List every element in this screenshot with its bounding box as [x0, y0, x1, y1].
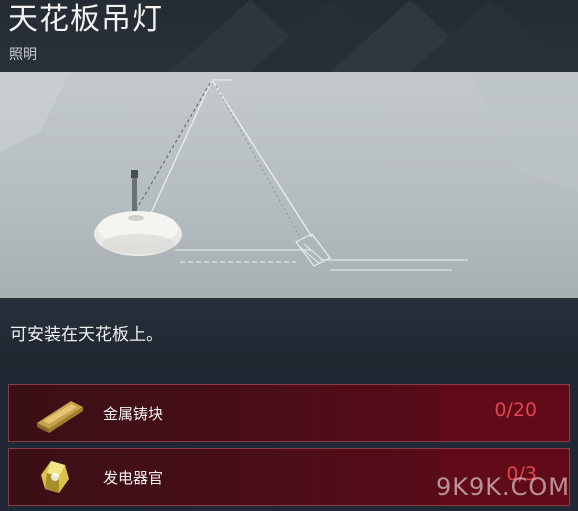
- item-description: 可安装在天花板上。: [10, 325, 163, 345]
- item-preview: [0, 72, 578, 298]
- watermark: 9K9K.COM: [436, 473, 570, 501]
- lamp-preview-icon: [0, 72, 578, 271]
- item-category: 照明: [9, 47, 37, 63]
- requirement-row: 金属铸块 0/20: [8, 384, 570, 442]
- item-title: 天花板吊灯: [8, 2, 163, 37]
- generator-organ-icon: [41, 461, 69, 493]
- requirement-name: 发电器官: [103, 469, 164, 487]
- requirement-name: 金属铸块: [103, 405, 164, 423]
- item-header: 天花板吊灯 照明: [0, 0, 578, 72]
- requirement-count: 0/20: [494, 399, 537, 421]
- metal-ingot-icon: [37, 401, 83, 433]
